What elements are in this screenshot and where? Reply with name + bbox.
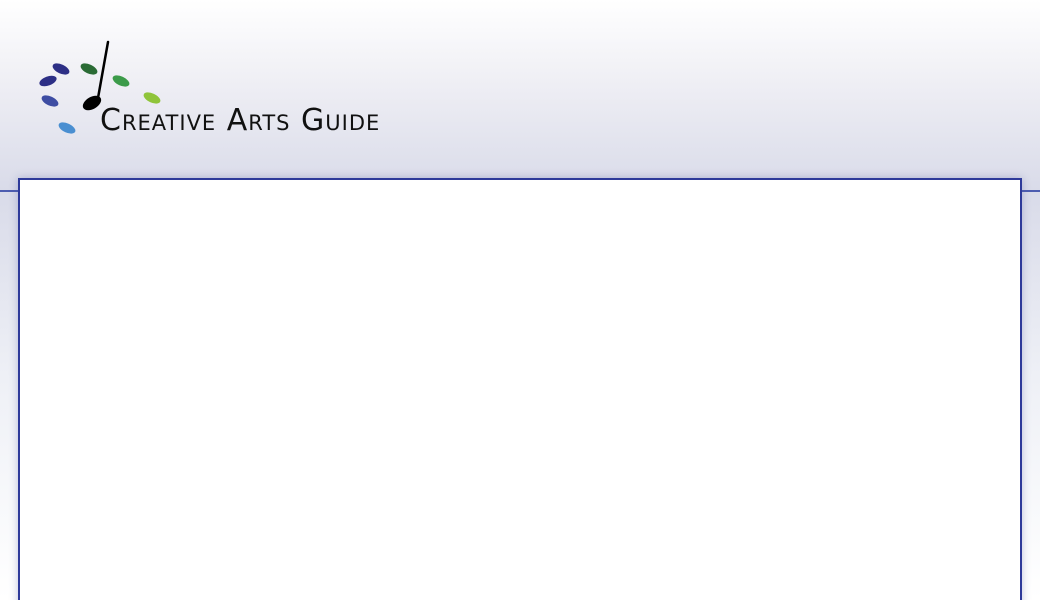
left-side-gradient xyxy=(0,192,18,600)
main-content-panel xyxy=(18,178,1022,600)
site-header: Creative Arts Guide xyxy=(0,0,1040,192)
right-side-gradient xyxy=(1022,192,1040,600)
page: Creative Arts Guide xyxy=(0,0,1040,600)
site-name: Creative Arts Guide xyxy=(100,103,381,138)
site-logo[interactable]: Creative Arts Guide xyxy=(36,36,426,148)
